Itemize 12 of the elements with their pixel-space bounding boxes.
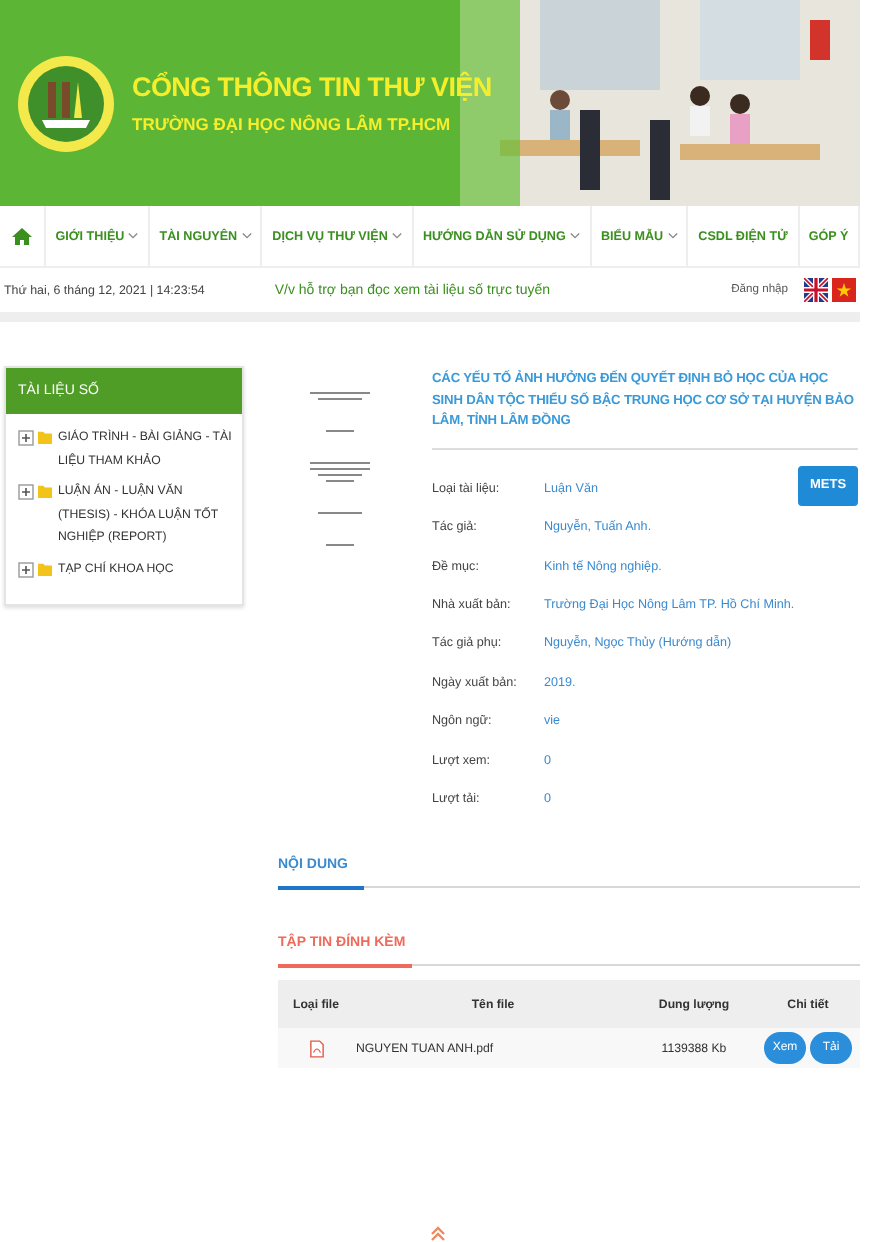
site-subtitle: TRƯỜNG ĐẠI HỌC NÔNG LÂM TP.HCM (132, 114, 453, 134)
folder-icon (38, 430, 52, 444)
folder-icon (38, 561, 52, 576)
pdf-file-icon (309, 1039, 323, 1058)
folder-icon (38, 484, 52, 499)
expand-icon[interactable] (18, 561, 34, 578)
logo-icon (16, 53, 116, 153)
expand-icon[interactable] (18, 430, 34, 446)
expand-icon[interactable] (18, 484, 34, 501)
scroll-to-top-icon[interactable] (430, 1226, 446, 1242)
site-title: CỔNG THÔNG TIN THƯ VIỆN (132, 72, 492, 102)
uk-flag-icon[interactable] (804, 278, 828, 302)
